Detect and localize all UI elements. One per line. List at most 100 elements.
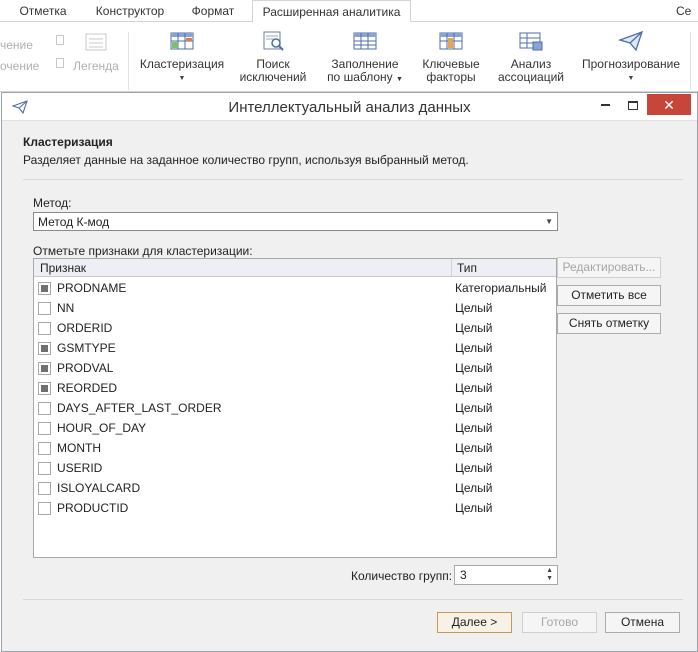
uncheck-button[interactable]: Снять отметку [557,313,661,334]
table-row[interactable]: NN Целый [34,298,556,318]
table-search-icon [263,31,284,51]
feature-type: Целый [455,321,493,335]
clusterization-button[interactable]: Кластеризация ▼ [138,30,226,83]
tab-designer[interactable]: Конструктор [86,0,174,22]
table-row[interactable]: ORDERID Целый [34,318,556,338]
tab-mark[interactable]: Отметка [8,0,78,22]
maximize-icon [628,100,638,110]
paper-plane-icon [618,30,644,52]
ribbon-separator [128,32,129,90]
association-analysis-button[interactable]: Анализ ассоциаций [494,30,568,84]
fill-label-2: по шаблону [327,70,393,84]
feature-checkbox[interactable] [38,362,51,375]
faded-checkbox-1 [56,35,64,45]
feature-type: Целый [455,501,493,515]
table-association-icon [519,32,543,51]
feature-checkbox[interactable] [38,482,51,495]
feature-type: Целый [455,381,493,395]
legend-button[interactable]: Легенда [68,32,124,73]
feature-name: PRODUCTID [57,501,129,515]
chevron-up-icon[interactable]: ▲ [546,567,553,574]
table-row[interactable]: PRODNAME Категориальный [34,278,556,298]
grid-header: Признак Тип [34,259,556,277]
method-select[interactable]: Метод К-мод ▼ [33,212,558,231]
table-row[interactable]: PRODUCTID Целый [34,498,556,518]
feature-checkbox[interactable] [38,402,51,415]
forecasting-button[interactable]: Прогнозирование ▼ [578,30,684,83]
feature-name: MONTH [57,441,101,455]
clusterization-label: Кластеризация [139,57,225,71]
table-row[interactable]: GSMTYPE Целый [34,338,556,358]
factors-label-1: Ключевые [422,57,480,71]
feature-checkbox[interactable] [38,282,51,295]
feature-checkbox[interactable] [38,302,51,315]
tab-advanced-analytics[interactable]: Расширенная аналитика [252,0,411,23]
table-row[interactable]: MONTH Целый [34,438,556,458]
feature-checkbox[interactable] [38,382,51,395]
feature-name: USERID [57,461,103,475]
feature-type: Целый [455,481,493,495]
feature-name: NN [57,301,75,315]
chevron-down-icon[interactable]: ▼ [546,575,553,582]
page-title: Кластеризация [23,135,113,149]
table-factors-icon [439,32,463,50]
outliers-search-button[interactable]: Поиск исключений [238,30,308,84]
table-row[interactable]: USERID Целый [34,458,556,478]
cancel-button[interactable]: Отмена [605,612,680,633]
feature-checkbox[interactable] [38,422,51,435]
close-button[interactable]: ✕ [647,94,691,115]
tab-format[interactable]: Формат [182,0,244,22]
minimize-icon [600,104,610,107]
association-label-2: ассоциаций [497,70,564,84]
page-description: Разделяет данные на заданное количество … [23,153,469,167]
tab-more[interactable]: Се [676,0,698,22]
ribbon-faded-1: чение [0,38,33,52]
method-label: Метод: [33,196,72,210]
table-fill-icon [353,32,377,50]
footer-divider [23,599,683,600]
groups-count-stepper[interactable]: 3 ▲ ▼ [454,565,558,585]
table-row[interactable]: DAYS_AFTER_LAST_ORDER Целый [34,398,556,418]
divider [23,179,683,180]
feature-checkbox[interactable] [38,462,51,475]
faded-checkbox-2 [56,58,64,68]
edit-button[interactable]: Редактировать... [557,257,661,278]
outliers-label-1: Поиск [256,57,290,71]
ribbon-tabs: Отметка Конструктор Формат Расширенная а… [0,0,698,23]
table-row[interactable]: PRODVAL Целый [34,358,556,378]
features-grid: Признак Тип PRODNAME Категориальный NN Целы… [33,258,557,558]
column-header-feature[interactable]: Признак [40,261,86,275]
table-row[interactable]: ISLOYALCARD Целый [34,478,556,498]
check-all-button[interactable]: Отметить все [557,285,661,306]
groups-count-value: 3 [460,568,467,582]
feature-checkbox[interactable] [38,342,51,355]
table-row[interactable]: HOUR_OF_DAY Целый [34,418,556,438]
ribbon: чение очение Легенда Кластеризация ▼ Пои… [0,22,698,92]
feature-name: GSMTYPE [57,341,116,355]
feature-checkbox[interactable] [38,322,51,335]
close-icon: ✕ [663,97,675,113]
features-label: Отметьте признаки для кластеризации: [33,244,253,258]
next-button[interactable]: Далее > [437,612,512,633]
table-row[interactable]: REORDED Целый [34,378,556,398]
fill-by-template-button[interactable]: Заполнение по шаблону ▼ [326,30,404,86]
feature-type: Категориальный [455,281,547,295]
feature-type: Целый [455,301,493,315]
feature-type: Целый [455,441,493,455]
column-header-type[interactable]: Тип [457,261,477,275]
chevron-down-icon: ▼ [545,217,553,226]
key-factors-button[interactable]: Ключевые факторы [418,30,484,84]
feature-type: Целый [455,421,493,435]
maximize-button[interactable] [622,93,644,115]
feature-name: REORDED [57,381,118,395]
feature-checkbox[interactable] [38,442,51,455]
outliers-label-2: исключений [239,70,307,84]
feature-type: Целый [455,401,493,415]
ribbon-separator-2 [690,32,691,90]
minimize-button[interactable] [594,93,616,115]
feature-name: DAYS_AFTER_LAST_ORDER [57,401,222,415]
feature-name: PRODNAME [57,281,127,295]
done-button[interactable]: Готово [522,612,597,633]
feature-checkbox[interactable] [38,502,51,515]
table-cluster-icon [170,32,194,50]
